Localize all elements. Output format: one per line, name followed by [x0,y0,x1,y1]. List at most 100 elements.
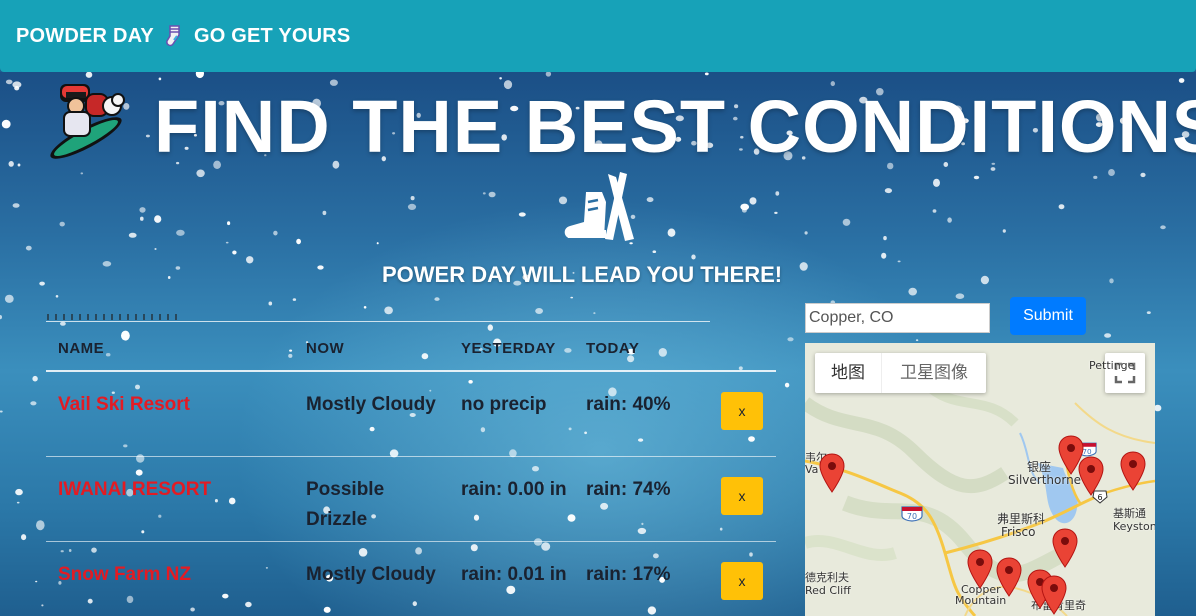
snowflake [14,86,20,91]
snowflake [774,211,778,214]
resort-marker-icon[interactable] [996,557,1022,597]
table-row: Snow Farm NZ Mostly Cloudy rain: 0.01 in… [46,542,776,616]
table-top-rule [46,321,710,322]
navbar: POWDER DAY GO GET YOURS [0,0,1196,72]
snowflake [25,245,32,251]
snowflake [376,242,379,245]
snowflake [363,306,367,309]
header-now: NOW [306,340,345,357]
snowflake [246,256,254,264]
label-silverthorne: Silverthorne [1008,473,1082,487]
map-tab-roadmap[interactable]: 地图 [815,353,881,393]
snowflake [0,315,2,320]
map-tab-satellite[interactable]: 卫星图像 [881,353,986,393]
snowflake [0,410,3,413]
snowflake [775,191,780,196]
snowflake [908,287,917,296]
snowflake [154,248,157,250]
snowflake [273,230,278,236]
snowflake [593,312,596,315]
remove-button[interactable]: x [721,477,763,515]
snowflake [518,212,526,217]
snowflake [881,252,887,259]
resort-marker-icon[interactable] [1052,528,1078,568]
snowflake [16,501,20,504]
snowflake [32,375,38,382]
snowflake [1,119,11,129]
snowflake [955,293,965,299]
snowflake [292,298,297,301]
resort-marker-icon[interactable] [1041,575,1067,615]
snowflake [1178,78,1185,83]
snowflake [704,72,709,76]
snowflake [35,580,38,583]
snowflake [1104,333,1112,338]
ski-boot-icon [564,172,634,241]
resort-marker-icon[interactable] [967,549,993,589]
snowflake [487,324,493,331]
resort-marker-icon[interactable] [1120,451,1146,491]
snowboarder-icon [50,84,125,159]
snowflake [17,163,21,167]
submit-button[interactable]: Submit [1010,297,1086,335]
resort-name-link[interactable]: Snow Farm NZ [58,560,298,590]
snowflake [30,401,37,406]
snowflake [232,250,237,255]
snowflake [804,231,808,235]
resort-name-link[interactable]: IWANAI RESORT [58,475,298,505]
snowflake [59,221,65,227]
snowflake [629,242,633,245]
label-frisco: Frisco [1001,525,1036,539]
snowflake [139,207,146,213]
snowflake [384,306,393,315]
label-redcliff-cn: 德克利夫 [805,571,849,584]
snowflake [482,192,486,195]
snowflake [741,208,747,213]
snowflake [175,266,181,270]
snowflake [41,604,44,607]
label-redcliff: Red Cliff [805,584,851,597]
remove-button[interactable]: x [721,392,763,430]
snowflake [196,169,205,178]
location-search-input[interactable] [805,303,990,333]
snowflake [154,215,162,223]
hero-subtitle: POWER DAY WILL LEAD YOU THERE! [382,262,783,287]
resort-marker-icon[interactable] [819,453,845,493]
snowflake [55,295,59,298]
snowflake [897,260,901,263]
snowflake [407,203,417,210]
remove-button[interactable]: x [721,562,763,600]
resort-marker-icon[interactable] [1078,456,1104,496]
snowflake [691,254,696,260]
snowflake [317,265,324,270]
snowflake [535,308,543,314]
brand-link[interactable]: POWDER DAY GO GET YOURS [16,24,350,48]
snowflake [884,188,893,194]
snowflake [646,197,654,203]
snowflake [1108,169,1115,176]
today-cell: rain: 40% [586,394,671,415]
yesterday-cell: rain: 0.01 in [461,564,567,585]
snowflake [296,238,301,245]
interstate-70-shield-icon: 70 [901,506,923,522]
snowflake [225,241,229,244]
snowflake [140,216,144,221]
resort-map[interactable]: 地图 卫星图像 Pettinge 银座 Silverthorne 弗里斯科 Fr… [805,343,1155,616]
snowflake [4,294,14,303]
today-cell: rain: 17% [586,564,671,585]
map-type-toggle: 地图 卫星图像 [815,353,986,393]
snowflake [1146,311,1151,314]
hero-title: FIND THE BEST CONDITIONS [154,85,1196,168]
snowflake [667,228,676,237]
snowflake [36,520,45,531]
resort-name-link[interactable]: Vail Ski Resort [58,390,298,420]
snowflake [15,488,23,496]
snowflake [980,275,990,285]
snowflake [749,197,757,205]
snowflake [176,229,185,236]
header-today: TODAY [586,340,640,357]
table-row: Vail Ski Resort Mostly Cloudy no precip … [46,372,776,457]
snowflake [128,232,137,238]
snowflake [39,281,45,286]
sock-icon [166,25,180,47]
